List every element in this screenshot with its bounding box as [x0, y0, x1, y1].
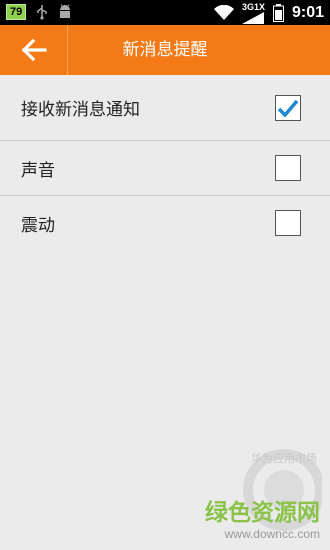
signal-indicator: 3G1X — [241, 1, 265, 24]
setting-label: 声音 — [21, 160, 55, 181]
back-button[interactable] — [0, 25, 68, 75]
watermark-url: www.downcc.com — [224, 527, 320, 541]
watermark-logo: 华为应用市场 绿色资源网 www.downcc.com — [205, 449, 322, 541]
sound-checkbox[interactable] — [275, 155, 301, 181]
setting-row-receive-notifications[interactable]: 接收新消息通知 — [0, 75, 330, 141]
usb-icon — [37, 5, 47, 20]
settings-list: 接收新消息通知 声音 震动 — [0, 75, 330, 250]
battery-level-icon — [272, 4, 284, 22]
watermark-text-green: 绿色资源网 — [205, 499, 320, 526]
battery-icon: 79 — [6, 4, 27, 20]
page-title: 新消息提醒 — [122, 40, 208, 60]
android-debug-icon — [60, 4, 71, 18]
setting-label: 震动 — [21, 215, 55, 236]
signal-icon — [242, 11, 265, 24]
setting-row-sound[interactable]: 声音 — [0, 141, 330, 196]
status-right-icons: 3G1X 9:01 — [213, 1, 324, 24]
arrow-left-icon — [21, 39, 47, 61]
status-bar: 79 3G1X 9:01 — [0, 0, 330, 25]
checkmark-icon — [277, 99, 299, 117]
watermark-text-top: 华为应用市场 — [251, 451, 317, 465]
vibrate-checkbox[interactable] — [275, 210, 301, 236]
receive-notifications-checkbox[interactable] — [275, 94, 301, 121]
title-bar: 新消息提醒 — [0, 25, 330, 75]
setting-label: 接收新消息通知 — [21, 100, 140, 120]
wifi-icon — [213, 5, 234, 20]
clock: 9:01 — [291, 4, 324, 21]
setting-row-vibrate[interactable]: 震动 — [0, 196, 330, 250]
status-left-icons: 79 — [6, 4, 72, 20]
network-type-label: 3G1X — [241, 1, 265, 12]
